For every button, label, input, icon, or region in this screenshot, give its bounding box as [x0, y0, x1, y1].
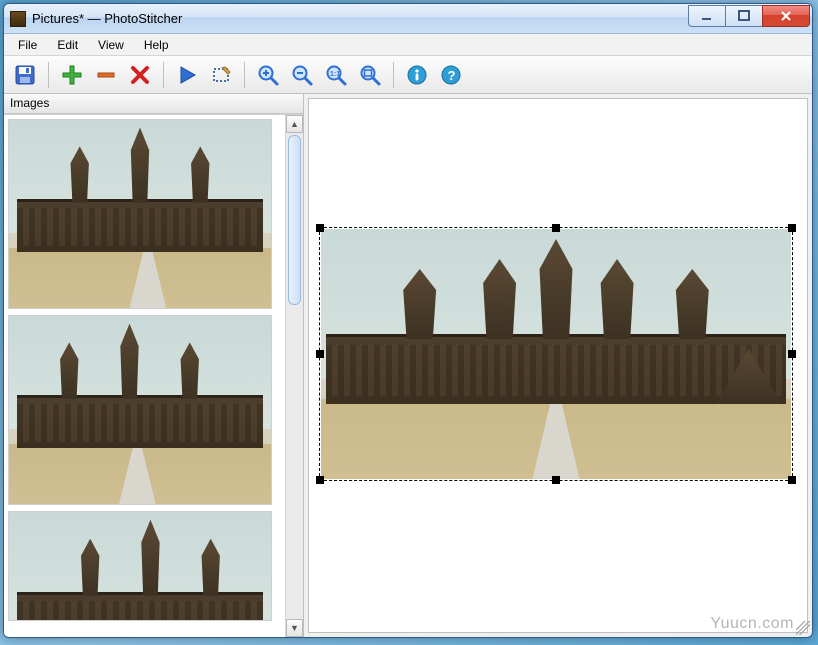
toolbar: 1:1 ?: [4, 56, 812, 94]
thumbnail-scrollbar[interactable]: ▲ ▼: [285, 115, 303, 637]
scroll-down-button[interactable]: ▼: [286, 619, 303, 637]
svg-text:?: ?: [448, 68, 456, 83]
app-window: Pictures* — PhotoStitcher File Edit View…: [3, 3, 813, 638]
scroll-track[interactable]: [286, 133, 303, 619]
crop-icon: [209, 63, 233, 87]
svg-text:1:1: 1:1: [330, 71, 340, 78]
zoom-fit-icon: [358, 63, 382, 87]
scroll-up-button[interactable]: ▲: [286, 115, 303, 133]
info-icon: [405, 63, 429, 87]
selection-handle-n[interactable]: [552, 224, 560, 232]
thumbnail-image: [9, 316, 271, 504]
thumbnail-item[interactable]: [8, 511, 272, 621]
help-button[interactable]: ?: [436, 60, 466, 90]
clear-images-button[interactable]: [125, 60, 155, 90]
menu-help[interactable]: Help: [134, 36, 179, 54]
thumbnail-image: [9, 120, 271, 308]
canvas-panel[interactable]: [308, 98, 808, 633]
thumbnail-list: [4, 115, 285, 637]
thumbnail-item[interactable]: [8, 315, 272, 505]
thumbnail-image: [9, 512, 271, 621]
toolbar-separator: [163, 62, 164, 88]
toolbar-separator: [48, 62, 49, 88]
zoom-in-button[interactable]: [253, 60, 283, 90]
menu-view[interactable]: View: [88, 36, 134, 54]
zoom-1to1-button[interactable]: 1:1: [321, 60, 351, 90]
help-icon: ?: [439, 63, 463, 87]
thumbnail-item[interactable]: [8, 119, 272, 309]
selection-handle-se[interactable]: [788, 476, 796, 484]
zoom-fit-button[interactable]: [355, 60, 385, 90]
crop-button[interactable]: [206, 60, 236, 90]
toolbar-separator: [393, 62, 394, 88]
minimize-icon: [700, 9, 714, 23]
zoom-out-button[interactable]: [287, 60, 317, 90]
add-image-button[interactable]: [57, 60, 87, 90]
menubar: File Edit View Help: [4, 34, 812, 56]
images-panel-header: Images: [4, 94, 303, 114]
maximize-button[interactable]: [725, 5, 763, 27]
selection-handle-sw[interactable]: [316, 476, 324, 484]
close-button[interactable]: [762, 5, 810, 27]
app-icon: [10, 11, 26, 27]
selection-handle-e[interactable]: [788, 350, 796, 358]
thumbnail-area: ▲ ▼: [4, 114, 303, 637]
stitch-button[interactable]: [172, 60, 202, 90]
titlebar: Pictures* — PhotoStitcher: [4, 4, 812, 34]
zoom-out-icon: [290, 63, 314, 87]
menu-file[interactable]: File: [8, 36, 47, 54]
plus-icon: [60, 63, 84, 87]
resize-grip[interactable]: [796, 621, 810, 635]
save-button[interactable]: [10, 60, 40, 90]
window-title: Pictures* — PhotoStitcher: [32, 11, 182, 26]
minus-icon: [94, 63, 118, 87]
save-icon: [13, 63, 37, 87]
x-icon: [128, 63, 152, 87]
window-controls: [689, 5, 810, 27]
maximize-icon: [737, 9, 751, 23]
selection-handle-ne[interactable]: [788, 224, 796, 232]
images-panel: Images: [4, 94, 304, 637]
minimize-button[interactable]: [688, 5, 726, 27]
zoom-in-icon: [256, 63, 280, 87]
content-area: Images: [4, 94, 812, 637]
menu-edit[interactable]: Edit: [47, 36, 88, 54]
close-icon: [779, 9, 793, 23]
selection-handle-s[interactable]: [552, 476, 560, 484]
play-icon: [175, 63, 199, 87]
watermark-text: Yuucn.com: [710, 615, 794, 633]
selection-handle-w[interactable]: [316, 350, 324, 358]
crop-selection[interactable]: [319, 227, 793, 481]
info-button[interactable]: [402, 60, 432, 90]
zoom-1to1-icon: 1:1: [324, 63, 348, 87]
selection-handle-nw[interactable]: [316, 224, 324, 232]
scroll-thumb[interactable]: [288, 135, 301, 305]
toolbar-separator: [244, 62, 245, 88]
remove-image-button[interactable]: [91, 60, 121, 90]
